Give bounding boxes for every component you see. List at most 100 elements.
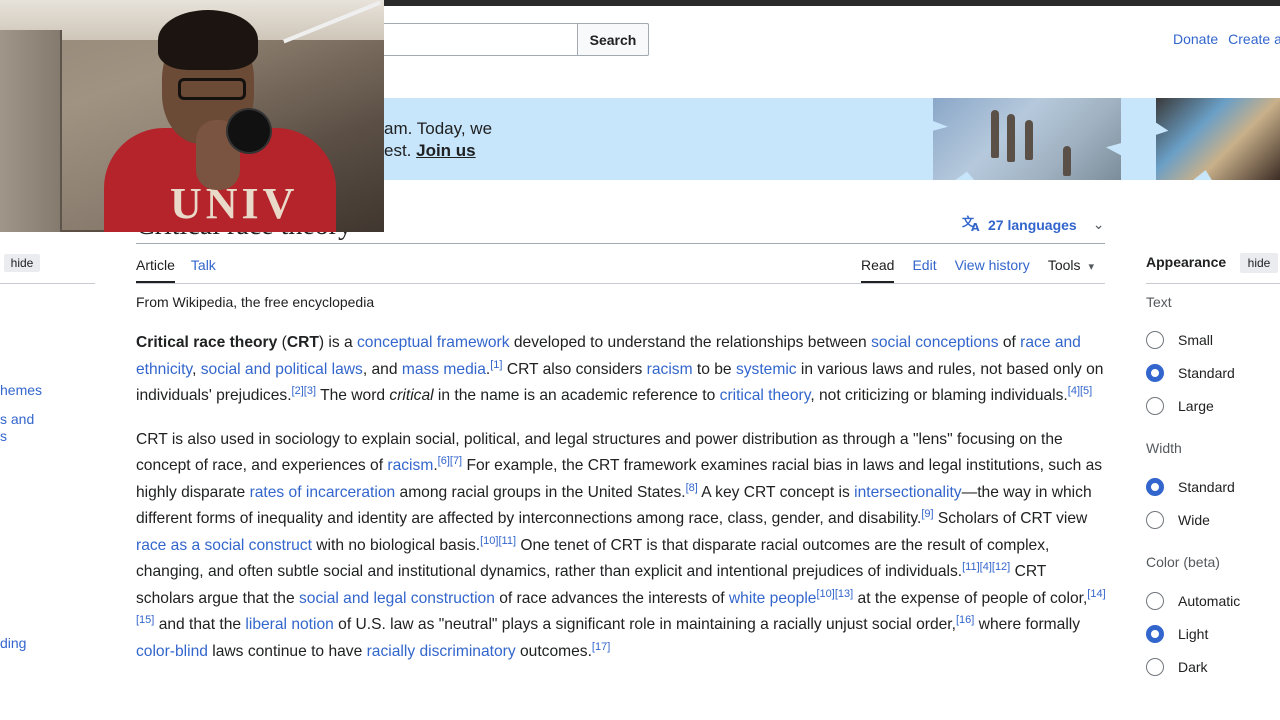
toc-item[interactable]: s and (0, 411, 34, 427)
radio-text-small[interactable]: Small (1146, 331, 1213, 349)
article-link[interactable]: social and political laws (201, 361, 363, 378)
language-button[interactable]: 文A 27 languages ⌄ (962, 214, 1104, 235)
radio-icon (1146, 511, 1164, 529)
article-link[interactable]: racism (387, 457, 433, 474)
join-us-link[interactable]: Join us (416, 141, 476, 160)
radio-text-large[interactable]: Large (1146, 397, 1214, 415)
radio-color-automatic[interactable]: Automatic (1146, 592, 1240, 610)
paragraph-1: Critical race theory (CRT) is a conceptu… (136, 330, 1106, 410)
radio-label: Standard (1178, 479, 1235, 495)
radio-width-standard[interactable]: Standard (1146, 478, 1235, 496)
radio-color-light[interactable]: Light (1146, 625, 1208, 643)
article-link[interactable]: color-blind (136, 643, 208, 660)
article-link[interactable]: intersectionality (854, 484, 961, 501)
citation-ref[interactable]: [11][4][12] (962, 561, 1010, 573)
radio-color-dark[interactable]: Dark (1146, 658, 1208, 676)
language-count: 27 languages (988, 216, 1077, 233)
tab-read[interactable]: Read (861, 257, 895, 283)
citation-ref[interactable]: [17] (592, 641, 610, 653)
text-size-label: Text (1146, 294, 1172, 310)
citation-ref[interactable]: [10][11] (480, 535, 516, 547)
article-link[interactable]: systemic (736, 361, 797, 378)
italic-term: critical (389, 387, 434, 404)
banner-puzzle-image-portrait (1156, 98, 1280, 180)
webcam-microphone (228, 110, 270, 152)
title-divider (136, 243, 1105, 244)
radio-label: Standard (1178, 365, 1235, 381)
tab-talk[interactable]: Talk (191, 257, 216, 283)
view-tabs: Read Edit View history Tools ▾ (861, 257, 1112, 283)
text: in the name is an academic reference to (433, 387, 720, 404)
article-link[interactable]: rates of incarceration (250, 484, 396, 501)
toc-item[interactable]: ding (0, 635, 26, 651)
radio-icon (1146, 658, 1164, 676)
text: A key CRT concept is (697, 483, 855, 501)
text: of (998, 334, 1021, 351)
banner-text: am. Today, we est. Join us (384, 118, 492, 162)
article-body: Critical race theory (CRT) is a conceptu… (136, 330, 1106, 682)
webcam-overlay: UNIV (0, 0, 384, 232)
radio-label: Small (1178, 332, 1214, 348)
statue-figure (991, 110, 999, 158)
article-link[interactable]: critical theory (720, 387, 811, 404)
search-button[interactable]: Search (577, 23, 649, 56)
width-label: Width (1146, 440, 1182, 456)
text: at the expense of people of color, (853, 589, 1088, 607)
statue-figure (1063, 146, 1071, 176)
chevron-down-icon: ⌄ (1092, 216, 1105, 232)
text: ( (277, 334, 287, 351)
citation-ref[interactable]: [8] (686, 482, 698, 494)
text: , not criticizing or blaming individuals… (810, 387, 1068, 404)
text: to be (692, 360, 736, 378)
namespace-tabs: Article Talk (136, 257, 232, 283)
radio-text-standard[interactable]: Standard (1146, 364, 1235, 382)
text: developed to understand the relationship… (509, 334, 872, 351)
article-link[interactable]: liberal notion (245, 616, 333, 633)
article-link[interactable]: racism (647, 361, 693, 378)
tools-menu[interactable]: Tools ▾ (1048, 257, 1094, 283)
text: , (192, 360, 201, 378)
citation-ref[interactable]: [1] (490, 359, 502, 371)
citation-ref[interactable]: [2][3] (292, 385, 316, 397)
radio-label: Wide (1178, 512, 1210, 528)
radio-label: Large (1178, 398, 1214, 414)
tab-article[interactable]: Article (136, 257, 175, 283)
radio-selected-icon (1146, 625, 1164, 643)
site-subtitle: From Wikipedia, the free encyclopedia (136, 294, 375, 310)
article-link[interactable]: racially discriminatory (367, 643, 516, 660)
statue-figure (1025, 120, 1033, 160)
radio-width-wide[interactable]: Wide (1146, 511, 1210, 529)
citation-ref[interactable]: [10][13] (817, 588, 854, 600)
appearance-title: Appearance (1146, 254, 1227, 270)
paragraph-2: CRT is also used in sociology to explain… (136, 427, 1106, 666)
appearance-hide-button[interactable]: hide (1240, 253, 1278, 273)
banner-puzzle-image-statues (933, 98, 1121, 180)
article-link[interactable]: social and legal construction (299, 590, 495, 607)
tab-view-history[interactable]: View history (955, 257, 1030, 283)
toc-item[interactable]: s (0, 428, 7, 444)
citation-ref[interactable]: [4][5] (1068, 385, 1092, 397)
banner-line-1: am. Today, we (384, 119, 493, 138)
citation-ref[interactable]: [16] (956, 614, 974, 626)
donate-link[interactable]: Donate (1173, 31, 1218, 47)
radio-selected-icon (1146, 364, 1164, 382)
banner-line-2: est. (384, 141, 417, 160)
article-link[interactable]: white people (729, 590, 817, 607)
article-link[interactable]: conceptual framework (357, 334, 510, 351)
article-link[interactable]: social conceptions (871, 334, 998, 351)
citation-ref[interactable]: [6][7] (438, 455, 462, 467)
toc-hide-button[interactable]: hide (4, 254, 40, 272)
article-link[interactable]: mass media (402, 361, 486, 378)
text: The word (316, 387, 390, 404)
citation-ref[interactable]: [9] (921, 508, 933, 520)
statue-figure (1007, 114, 1015, 162)
article-link[interactable]: race as a social construct (136, 537, 312, 554)
radio-label: Automatic (1178, 593, 1241, 609)
tab-edit[interactable]: Edit (912, 257, 936, 283)
toc-item[interactable]: hemes (0, 382, 42, 398)
create-account-link[interactable]: Create a (1228, 31, 1280, 47)
text: outcomes. (515, 642, 592, 660)
tabs-divider (136, 283, 1105, 284)
toc-divider (0, 283, 95, 284)
text: Scholars of CRT view (933, 510, 1088, 527)
